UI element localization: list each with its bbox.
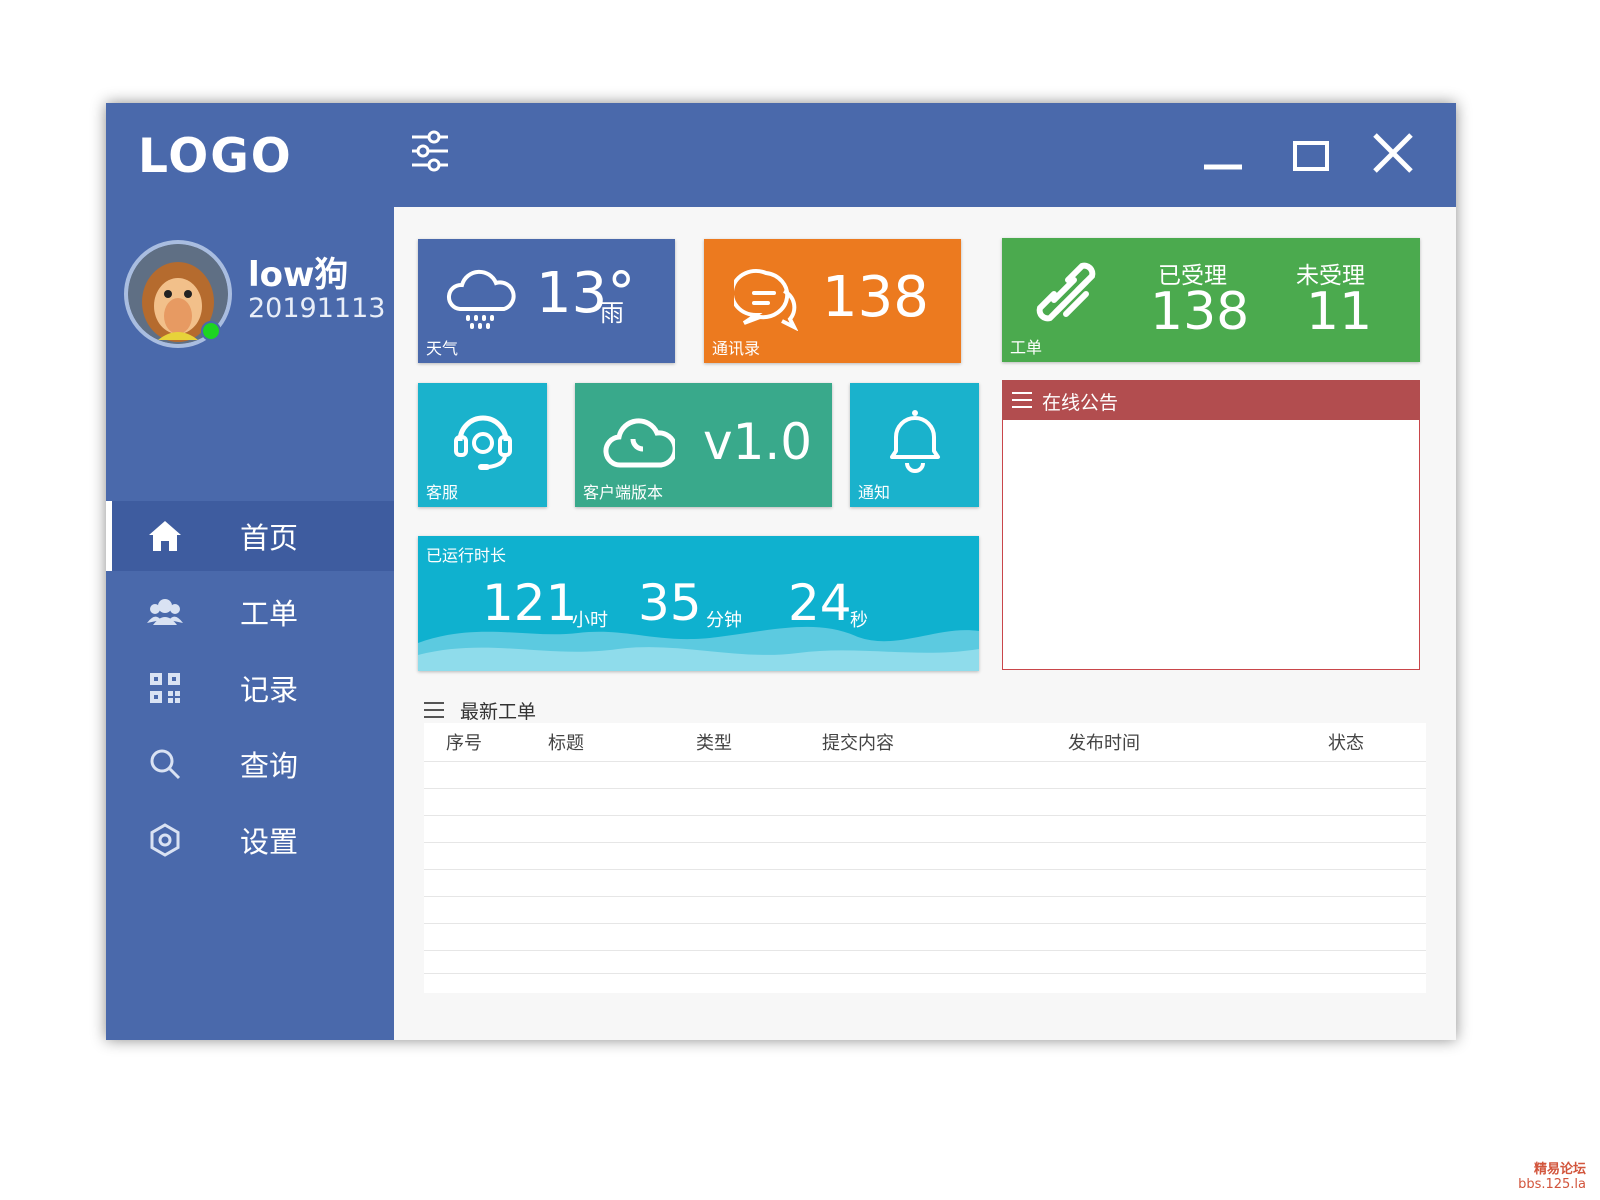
table-row (424, 842, 1426, 843)
sidebar-item-search[interactable]: 查询 (106, 729, 394, 799)
dashboard-content: 13° 雨 天气 138 通讯录 已受理 138 未受理 11 工单 客服 v1… (394, 207, 1456, 1040)
notice-title: 在线公告 (1042, 392, 1119, 414)
table-row (424, 950, 1426, 951)
sidebar-item-label: 记录 (240, 673, 299, 707)
column-header[interactable]: 状态 (1328, 729, 1364, 755)
notice-header: 在线公告 (1002, 380, 1420, 420)
notification-tile[interactable]: 通知 (850, 383, 979, 507)
uptime-minutes-unit: 分钟 (706, 610, 742, 631)
table-row (424, 896, 1426, 897)
list-menu-icon (424, 702, 444, 718)
orders-tile[interactable]: 已受理 138 未受理 11 工单 (1002, 238, 1420, 362)
weather-label: 天气 (426, 339, 459, 358)
home-icon (149, 521, 181, 551)
sidebar-item-label: 首页 (240, 521, 299, 555)
customer-service-label: 客服 (426, 483, 459, 502)
client-version-tile[interactable]: v1.0 客户端版本 (575, 383, 832, 507)
user-id: 20191113 (248, 293, 386, 324)
sidebar-item-label: 查询 (240, 749, 299, 783)
table-row (424, 788, 1426, 789)
column-header[interactable]: 提交内容 (822, 729, 894, 755)
qr-code-icon (150, 673, 180, 703)
app-logo: LOGO (138, 129, 293, 184)
list-menu-icon (1012, 392, 1032, 408)
uptime-minutes: 35 (638, 574, 702, 632)
watermark-line1: 精易论坛 (1533, 1162, 1586, 1177)
chat-bubble-icon (734, 269, 798, 331)
uptime-tile: 已运行时长 121 小时 35 分钟 24 秒 (418, 536, 979, 671)
minimize-button[interactable] (1202, 131, 1246, 175)
notification-label: 通知 (858, 483, 891, 502)
search-icon (150, 749, 181, 780)
sidebar-item-label: 设置 (240, 825, 299, 859)
customer-service-tile[interactable]: 客服 (418, 383, 547, 507)
uptime-seconds-unit: 秒 (850, 610, 868, 631)
contacts-count: 138 (822, 265, 929, 330)
cloud-icon (603, 418, 675, 468)
link-chain-icon (1036, 262, 1096, 322)
close-button[interactable] (1371, 131, 1415, 175)
sidebar-item-settings[interactable]: 设置 (106, 805, 394, 875)
table-row (424, 869, 1426, 870)
uptime-hours: 121 (482, 574, 578, 632)
titlebar: LOGO (106, 103, 1456, 207)
users-icon (147, 599, 183, 625)
maximize-button[interactable] (1290, 131, 1334, 175)
column-header[interactable]: 发布时间 (1068, 729, 1140, 755)
online-status-dot (201, 321, 221, 341)
accepted-count: 138 (1150, 282, 1250, 342)
sidebar: low狗 20191113 首页 工单 记录 查询 设置 (106, 207, 394, 1040)
orders-label: 工单 (1010, 338, 1043, 357)
column-header[interactable]: 序号 (446, 729, 482, 755)
table-row (424, 761, 1426, 762)
sidebar-nav: 首页 工单 记录 查询 设置 (106, 501, 394, 881)
sidebar-item-home[interactable]: 首页 (106, 501, 394, 571)
headset-icon (454, 415, 512, 470)
online-notice-panel: 在线公告 (1002, 380, 1420, 670)
uptime-seconds: 24 (788, 574, 852, 632)
app-window: LOGO low狗 20191113 首页 工单 记录 查询 设置 13° 雨 … (106, 103, 1456, 1040)
bell-icon (890, 410, 940, 473)
uptime-label: 已运行时长 (426, 546, 507, 565)
column-header[interactable]: 类型 (696, 729, 732, 755)
client-version-value: v1.0 (703, 413, 813, 471)
table-row (424, 815, 1426, 816)
column-header[interactable]: 标题 (548, 729, 584, 755)
latest-orders-title: 最新工单 (460, 701, 537, 723)
sidebar-item-records[interactable]: 记录 (106, 653, 394, 723)
contacts-label: 通讯录 (712, 339, 761, 358)
contacts-tile[interactable]: 138 通讯录 (704, 239, 961, 363)
weather-condition: 雨 (600, 299, 624, 327)
client-version-label: 客户端版本 (583, 483, 664, 502)
sidebar-item-orders[interactable]: 工单 (106, 577, 394, 647)
watermark-line2: bbs.125.la (1518, 1177, 1586, 1192)
rain-cloud-icon (447, 269, 516, 329)
sidebar-item-label: 工单 (240, 597, 299, 631)
settings-sliders-icon[interactable] (410, 129, 450, 173)
watermark: 精易论坛 bbs.125.la (1518, 1162, 1586, 1192)
username: low狗 (248, 255, 349, 295)
pending-count: 11 (1306, 282, 1373, 342)
weather-tile[interactable]: 13° 雨 天气 (418, 239, 675, 363)
settings-hexagon-icon (150, 823, 180, 857)
table-row (424, 973, 1426, 974)
uptime-hours-unit: 小时 (572, 610, 608, 631)
latest-orders-table: 序号 标题 类型 提交内容 发布时间 状态 (424, 723, 1426, 993)
table-row (424, 923, 1426, 924)
